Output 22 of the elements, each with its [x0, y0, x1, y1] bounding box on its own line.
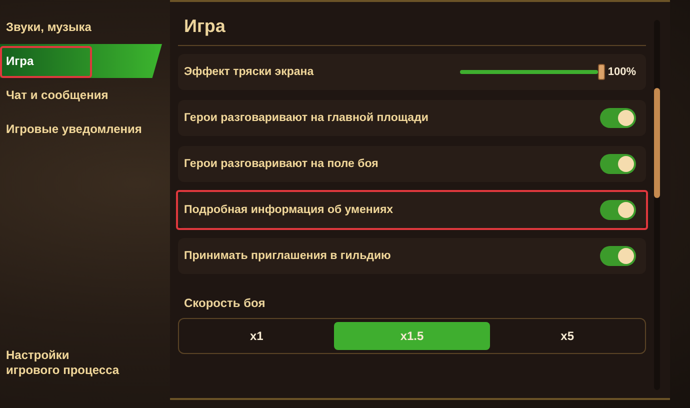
- toggle-switch[interactable]: [600, 246, 636, 266]
- sidebar-item[interactable]: Чат и сообщения: [0, 78, 162, 112]
- speed-option[interactable]: x1: [179, 322, 334, 350]
- setting-label: Принимать приглашения в гильдию: [184, 250, 391, 262]
- scrollbar[interactable]: [654, 20, 660, 390]
- slider-thumb[interactable]: [598, 64, 605, 80]
- panel-title: Игра: [178, 10, 646, 46]
- sidebar-item[interactable]: Игровые уведомления: [0, 112, 162, 146]
- slider-value: 100%: [608, 66, 636, 78]
- setting-label: Герои разговаривают на главной площади: [184, 112, 428, 124]
- toggle-switch[interactable]: [600, 108, 636, 128]
- sidebar-item[interactable]: Звуки, музыка: [0, 10, 162, 44]
- section-label: Скорость боя: [183, 295, 266, 312]
- toggle-switch[interactable]: [600, 200, 636, 220]
- slider[interactable]: [460, 64, 602, 80]
- toggle-switch[interactable]: [600, 154, 636, 174]
- speed-option[interactable]: x5: [490, 322, 645, 350]
- setting-label: Герои разговаривают на поле боя: [184, 158, 378, 170]
- setting-label: Подробная информация об умениях: [184, 204, 394, 216]
- sidebar-footer: Настройки игрового процесса: [0, 348, 126, 378]
- sidebar-item[interactable]: Игра: [0, 44, 162, 78]
- setting-label: Эффект тряски экрана: [184, 66, 314, 78]
